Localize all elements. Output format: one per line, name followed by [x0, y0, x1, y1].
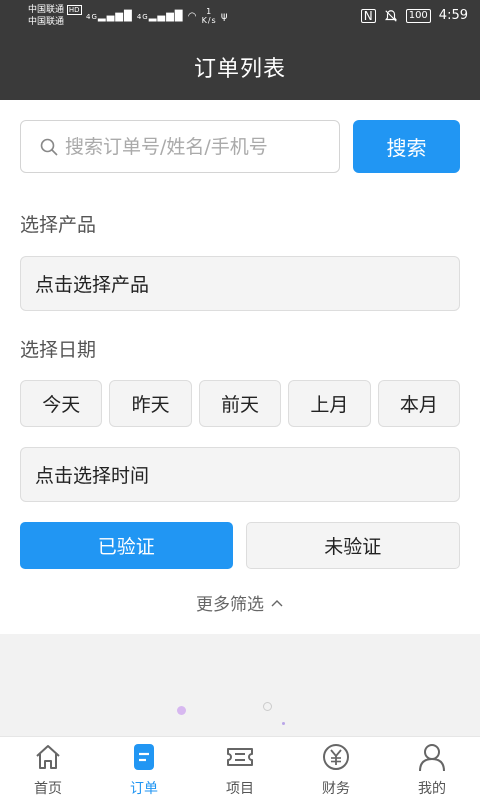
search-input[interactable]	[65, 135, 315, 158]
home-icon	[33, 742, 63, 772]
date-option-last-month[interactable]: 上月	[288, 380, 371, 427]
bottom-tab-bar: 首页 订单 项目 财务 我的	[0, 736, 480, 800]
status-right: N 100 4:59	[360, 8, 468, 23]
wifi-icon: ◠	[187, 11, 198, 22]
filter-panel: 搜索 选择产品 点击选择产品 选择日期 今天 昨天 前天 上月 本月 点击选择时…	[0, 100, 480, 634]
yuan-icon	[321, 742, 351, 772]
app-header: 订单列表	[0, 34, 480, 100]
tab-finance[interactable]: 财务	[288, 737, 384, 800]
usb-icon: ψ	[220, 11, 229, 22]
decor-dot	[177, 706, 186, 715]
tab-label: 我的	[418, 781, 446, 797]
verify-toggle: 已验证 未验证	[20, 522, 460, 569]
date-option-yesterday[interactable]: 昨天	[109, 380, 192, 427]
tab-label: 财务	[322, 781, 350, 797]
verified-button[interactable]: 已验证	[20, 522, 233, 569]
date-option-day-before[interactable]: 前天	[198, 380, 282, 427]
network-speed-value: 1	[206, 7, 213, 16]
carrier-1: 中国联通	[28, 5, 65, 15]
product-select[interactable]: 点击选择产品	[20, 256, 460, 311]
tab-orders[interactable]: 订单	[96, 737, 192, 800]
ticket-icon	[225, 742, 255, 772]
tab-label: 订单	[130, 781, 158, 797]
carrier-2: 中国联通	[28, 17, 65, 27]
time-select[interactable]: 点击选择时间	[20, 447, 460, 502]
decor-dot	[282, 722, 285, 725]
carrier-info: 中国联通 HD 中国联通	[28, 4, 82, 28]
network-type-1: 4G	[86, 13, 98, 21]
mute-bell-icon	[384, 9, 397, 22]
network-speed-unit: K/s	[201, 16, 217, 25]
search-icon	[40, 138, 58, 156]
unverified-button[interactable]: 未验证	[245, 522, 460, 569]
date-option-this-month[interactable]: 本月	[377, 380, 461, 427]
search-button[interactable]: 搜索	[353, 120, 460, 173]
chevron-up-icon	[271, 599, 283, 606]
status-bar: 中国联通 HD 中国联通 4G▂▄▆█ 4G▂▄▆█ ◠ 1 K/s ψ N 1…	[0, 0, 480, 34]
signal-icon: ▂▄▆█	[97, 11, 133, 22]
date-section-label: 选择日期	[20, 339, 97, 361]
network-type-2: 4G	[136, 13, 149, 21]
battery-indicator: 100	[405, 8, 431, 23]
tab-home[interactable]: 首页	[0, 737, 96, 800]
nfc-icon: N	[360, 8, 376, 23]
decor-dot	[263, 702, 272, 711]
page-title: 订单列表	[193, 57, 286, 82]
signal-indicators: 4G▂▄▆█ 4G▂▄▆█ ◠ 1 K/s ψ	[86, 7, 229, 25]
date-option-today[interactable]: 今天	[20, 380, 103, 427]
user-icon	[417, 742, 447, 772]
order-icon	[129, 742, 159, 772]
date-options: 今天 昨天 前天 上月 本月	[20, 380, 461, 427]
network-speed: 1 K/s	[202, 7, 217, 25]
hd-badge: HD	[66, 5, 82, 15]
more-filter-toggle[interactable]: 更多筛选	[0, 590, 480, 615]
more-filter-label: 更多筛选	[196, 595, 264, 615]
signal-icon-2: ▂▄▆█	[148, 11, 184, 22]
tab-label: 项目	[226, 781, 254, 797]
product-section-label: 选择产品	[20, 214, 97, 236]
search-box[interactable]	[20, 120, 340, 173]
tab-projects[interactable]: 项目	[192, 737, 288, 800]
clock: 4:59	[438, 8, 468, 23]
tab-profile[interactable]: 我的	[384, 737, 480, 800]
tab-label: 首页	[34, 781, 62, 797]
